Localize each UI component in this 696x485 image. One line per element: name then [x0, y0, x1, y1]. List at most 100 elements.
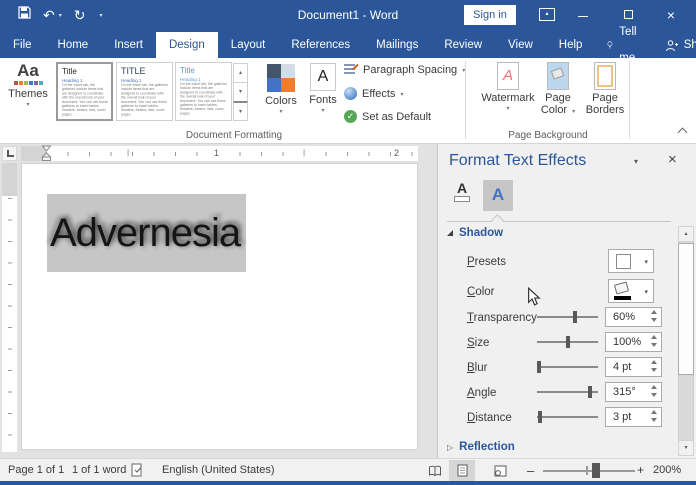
- transparency-spinner[interactable]: 60%: [605, 307, 662, 327]
- gallery-scroll-up-button[interactable]: ▴: [233, 63, 248, 83]
- paragraph-spacing-button[interactable]: Paragraph Spacing ▾: [344, 63, 465, 76]
- watermark-button[interactable]: A Watermark ▾: [480, 62, 536, 112]
- window-bottom-border: [0, 481, 696, 485]
- size-spinner[interactable]: 100%: [605, 332, 662, 352]
- effects-button[interactable]: Effects ▾: [344, 87, 403, 100]
- spinner-arrows-icon[interactable]: [651, 360, 657, 372]
- ruler-number-1: 1: [212, 148, 222, 158]
- format-text-effects-pane: Format Text Effects ▾ × A A Shadow Prese…: [437, 144, 696, 458]
- word-window: ↶ ▾ ↻ ▾ Document1 - Word Sign in ▴ × Fil…: [0, 0, 696, 485]
- zoom-out-button[interactable]: –: [527, 463, 534, 478]
- expand-triangle-icon: ▷: [447, 442, 454, 452]
- paragraph-spacing-icon: [344, 63, 359, 76]
- document-text[interactable]: Advernesia: [47, 211, 241, 256]
- language-indicator[interactable]: English (United States): [162, 464, 275, 476]
- tab-file[interactable]: File: [0, 32, 45, 58]
- pane-title: Format Text Effects: [449, 152, 587, 169]
- tab-mailings[interactable]: Mailings: [363, 32, 431, 58]
- spinner-arrows-icon[interactable]: [651, 410, 657, 422]
- tab-layout[interactable]: Layout: [218, 32, 279, 58]
- gallery-scroll-down-button[interactable]: ▾: [233, 82, 248, 102]
- transparency-slider[interactable]: [537, 310, 598, 324]
- tab-home[interactable]: Home: [45, 32, 102, 58]
- themes-button[interactable]: Aa Themes ▾: [6, 62, 50, 109]
- text-effects-icon: A: [491, 185, 505, 204]
- zoom-in-button[interactable]: +: [637, 463, 644, 477]
- print-layout-button[interactable]: [449, 460, 475, 481]
- sign-in-button[interactable]: Sign in: [464, 5, 516, 25]
- vertical-ruler[interactable]: [2, 163, 17, 452]
- distance-slider[interactable]: [537, 410, 598, 424]
- distance-spinner[interactable]: 3 pt: [605, 407, 662, 427]
- spinner-arrows-icon[interactable]: [651, 385, 657, 397]
- fonts-button[interactable]: A Fonts ▾: [305, 62, 341, 114]
- tab-view[interactable]: View: [495, 32, 546, 58]
- proofing-icon[interactable]: [131, 463, 144, 480]
- ribbon-tab-bar: File Home Insert Design Layout Reference…: [0, 26, 696, 64]
- close-button[interactable]: ×: [654, 0, 688, 30]
- tab-insert[interactable]: Insert: [101, 32, 156, 58]
- share-button[interactable]: Share: [653, 32, 696, 58]
- tab-text-effects[interactable]: A: [483, 180, 513, 211]
- presets-dropdown[interactable]: ▾: [608, 249, 654, 273]
- shadow-section-header[interactable]: Shadow: [447, 227, 503, 239]
- tab-references[interactable]: References: [278, 32, 363, 58]
- pane-scrollbar-thumb[interactable]: [678, 243, 694, 375]
- tab-selector-button[interactable]: [2, 146, 17, 161]
- tab-review[interactable]: Review: [431, 32, 495, 58]
- fonts-icon: A: [310, 63, 336, 91]
- ribbon: Aa Themes ▾ Title Heading 1 On the Inser…: [0, 58, 696, 144]
- group-label-page-background: Page Background: [508, 130, 588, 141]
- ruler-margin-area: [2, 163, 17, 196]
- spinner-arrows-icon[interactable]: [651, 310, 657, 322]
- page-indicator[interactable]: Page 1 of 1: [8, 464, 64, 476]
- document-style-card-2[interactable]: TITLE Heading 1 On the Insert tab, the g…: [116, 62, 173, 121]
- status-bar: Page 1 of 1 1 of 1 word English (United …: [0, 458, 696, 481]
- horizontal-ruler[interactable]: | 1 | 2: [21, 146, 418, 161]
- group-separator: [629, 61, 630, 139]
- reflection-section-header[interactable]: ▷ Reflection: [447, 441, 515, 453]
- gallery-more-button[interactable]: ▾: [233, 101, 248, 121]
- page-color-button[interactable]: Page Color ▾: [538, 62, 578, 116]
- word-count[interactable]: 1 of 1 word: [72, 464, 126, 476]
- read-mode-button[interactable]: [422, 460, 448, 481]
- web-layout-button[interactable]: [487, 460, 513, 481]
- zoom-level[interactable]: 200%: [653, 464, 681, 476]
- transparency-label: Transparency: [467, 312, 537, 324]
- pane-menu-dropdown-icon[interactable]: ▾: [634, 157, 638, 166]
- blur-spinner[interactable]: 4 pt: [605, 357, 662, 377]
- zoom-slider-track[interactable]: [543, 470, 635, 472]
- zoom-slider-thumb[interactable]: [592, 463, 600, 478]
- blur-slider[interactable]: [537, 360, 598, 374]
- scrollbar-up-icon[interactable]: ▴: [678, 226, 694, 242]
- ruler-number-2: 2: [392, 148, 402, 158]
- shadow-color-dropdown[interactable]: ▾: [608, 279, 654, 303]
- tell-me-button[interactable]: Tell me: [595, 26, 652, 64]
- web-layout-icon: [494, 465, 506, 476]
- selected-text-highlight[interactable]: Advernesia: [47, 194, 246, 272]
- shadow-preset-swatch-icon: [616, 254, 631, 269]
- tab-text-fill-outline[interactable]: A: [447, 180, 477, 211]
- spinner-arrows-icon[interactable]: [651, 335, 657, 347]
- ribbon-display-options-button[interactable]: ▴: [539, 8, 555, 21]
- lightbulb-icon: [607, 41, 613, 49]
- tab-help[interactable]: Help: [546, 32, 596, 58]
- mouse-cursor: [527, 286, 542, 312]
- page-borders-button[interactable]: Page Borders: [582, 62, 628, 116]
- document-style-card-3[interactable]: Title Heading 1 On the Insert tab, the g…: [175, 62, 232, 121]
- pane-close-icon[interactable]: ×: [668, 151, 677, 168]
- scrollbar-down-icon[interactable]: ▾: [678, 440, 694, 456]
- angle-spinner[interactable]: 315°: [605, 382, 662, 402]
- effects-icon: [344, 87, 357, 100]
- document-style-card-1[interactable]: Title Heading 1 On the Insert tab, the g…: [56, 62, 113, 121]
- minimize-button[interactable]: [566, 0, 600, 30]
- colors-button[interactable]: Colors ▾: [260, 62, 302, 115]
- set-as-default-button[interactable]: ✓ Set as Default: [344, 110, 431, 123]
- collapse-ribbon-button[interactable]: [677, 127, 688, 138]
- shadow-color-label: Color: [467, 286, 495, 298]
- angle-slider[interactable]: [537, 385, 598, 399]
- tab-design[interactable]: Design: [155, 32, 218, 58]
- angle-label: Angle: [467, 387, 497, 399]
- size-slider[interactable]: [537, 335, 598, 349]
- document-page[interactable]: Advernesia: [21, 163, 418, 450]
